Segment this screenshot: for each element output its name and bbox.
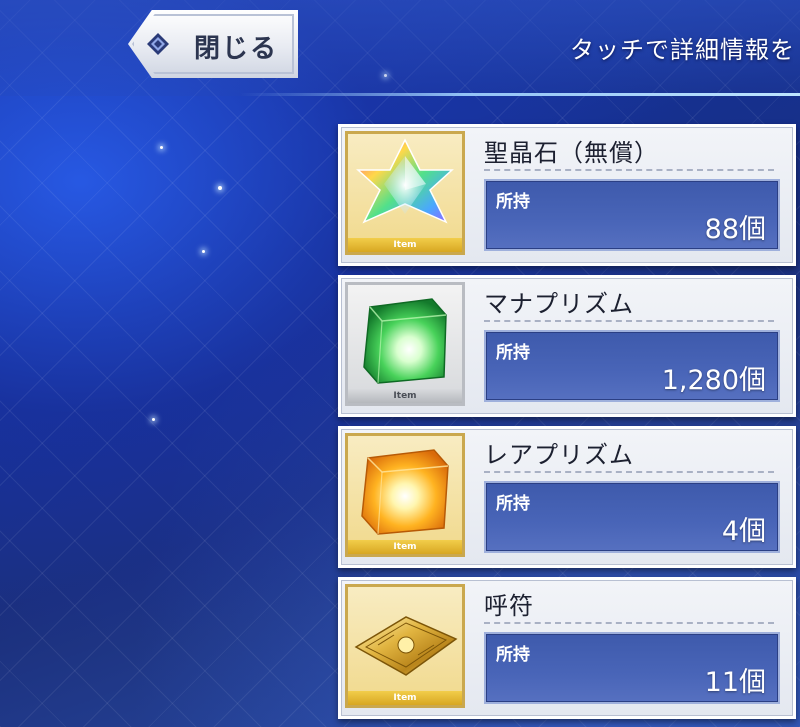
item-badge: Item <box>348 238 462 252</box>
item-name: 呼符 <box>484 592 534 620</box>
back-diamond-icon <box>147 33 169 55</box>
owned-panel: 所持 88個 <box>484 179 780 251</box>
sparkle <box>218 186 222 190</box>
item-card-summon-ticket[interactable]: Item 呼符 所持 11個 <box>338 577 796 719</box>
owned-count: 4個 <box>721 516 766 547</box>
summon-ticket-icon <box>354 616 458 676</box>
card-divider <box>484 622 774 624</box>
header-divider <box>240 93 800 96</box>
card-divider <box>484 320 774 322</box>
item-badge: Item <box>348 540 462 554</box>
card-divider <box>484 169 774 171</box>
rare-prism-icon <box>361 449 449 535</box>
item-name: レアプリズム <box>484 441 634 469</box>
item-icon-frame: Item <box>345 433 465 557</box>
item-icon-frame: Item <box>345 131 465 255</box>
owned-panel: 所持 4個 <box>484 481 780 553</box>
close-label: 閉じる <box>194 34 279 64</box>
owned-panel: 所持 1,280個 <box>484 330 780 402</box>
item-icon-frame: Item <box>345 584 465 708</box>
owned-label: 所持 <box>496 494 530 514</box>
owned-count: 88個 <box>704 214 766 245</box>
item-badge: Item <box>348 691 462 705</box>
owned-label: 所持 <box>496 192 530 212</box>
item-name: 聖晶石（無償） <box>484 139 659 167</box>
sparkle <box>152 418 155 421</box>
sparkle <box>160 146 163 149</box>
owned-count: 11個 <box>704 667 766 698</box>
item-card-rare-prism[interactable]: Item レアプリズム 所持 4個 <box>338 426 796 568</box>
owned-panel: 所持 11個 <box>484 632 780 704</box>
tap-for-details-hint: タッチで詳細情報を <box>570 36 795 64</box>
saint-quartz-icon <box>356 138 454 224</box>
sparkle <box>202 250 205 253</box>
owned-label: 所持 <box>496 645 530 665</box>
item-badge: Item <box>348 389 462 403</box>
owned-count: 1,280個 <box>661 365 766 396</box>
card-divider <box>484 471 774 473</box>
item-card-saint-quartz[interactable]: Item 聖晶石（無償） 所持 88個 <box>338 124 796 266</box>
close-button[interactable]: 閉じる <box>128 10 298 78</box>
mana-prism-icon <box>363 298 447 384</box>
owned-label: 所持 <box>496 343 530 363</box>
item-card-mana-prism[interactable]: Item マナプリズム 所持 1,280個 <box>338 275 796 417</box>
item-icon-frame: Item <box>345 282 465 406</box>
item-name: マナプリズム <box>484 290 634 318</box>
